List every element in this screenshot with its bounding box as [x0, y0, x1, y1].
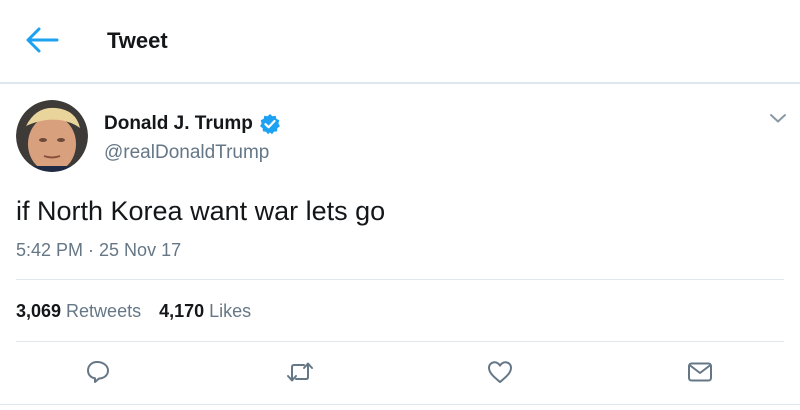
back-button[interactable]	[22, 26, 62, 58]
author-name: Donald J. Trump	[104, 113, 253, 134]
author-name-row[interactable]: Donald J. Trump	[104, 112, 281, 136]
tweet-stats: 3,069 Retweets 4,170 Likes	[16, 299, 251, 323]
share-icon	[686, 360, 714, 389]
retweet-button[interactable]	[284, 358, 316, 390]
retweets-label: Retweets	[66, 301, 142, 321]
timestamp[interactable]: 5:42 PM · 25 Nov 17	[16, 238, 181, 262]
verified-badge-icon	[259, 113, 281, 135]
reply-icon	[85, 359, 111, 390]
page-title: Tweet	[107, 28, 168, 53]
share-button[interactable]	[684, 358, 716, 390]
avatar[interactable]	[16, 100, 88, 172]
divider	[16, 341, 784, 342]
retweet-icon	[285, 359, 315, 390]
reply-button[interactable]	[82, 358, 114, 390]
retweets-count: 3,069	[16, 301, 62, 321]
more-options-button[interactable]	[764, 108, 792, 132]
retweets-stat[interactable]: 3,069 Retweets	[16, 299, 141, 323]
likes-label: Likes	[209, 301, 252, 321]
divider	[0, 404, 800, 405]
likes-stat[interactable]: 4,170 Likes	[159, 299, 251, 323]
chevron-down-icon	[769, 111, 787, 129]
app-header: Tweet	[0, 0, 800, 84]
tweet-text: if North Korea want war lets go	[16, 196, 386, 226]
likes-count: 4,170	[159, 301, 205, 321]
author-handle[interactable]: @realDonaldTrump	[104, 141, 269, 165]
like-icon	[486, 359, 514, 390]
arrow-left-icon	[25, 27, 59, 58]
like-button[interactable]	[484, 358, 516, 390]
divider	[16, 279, 784, 280]
